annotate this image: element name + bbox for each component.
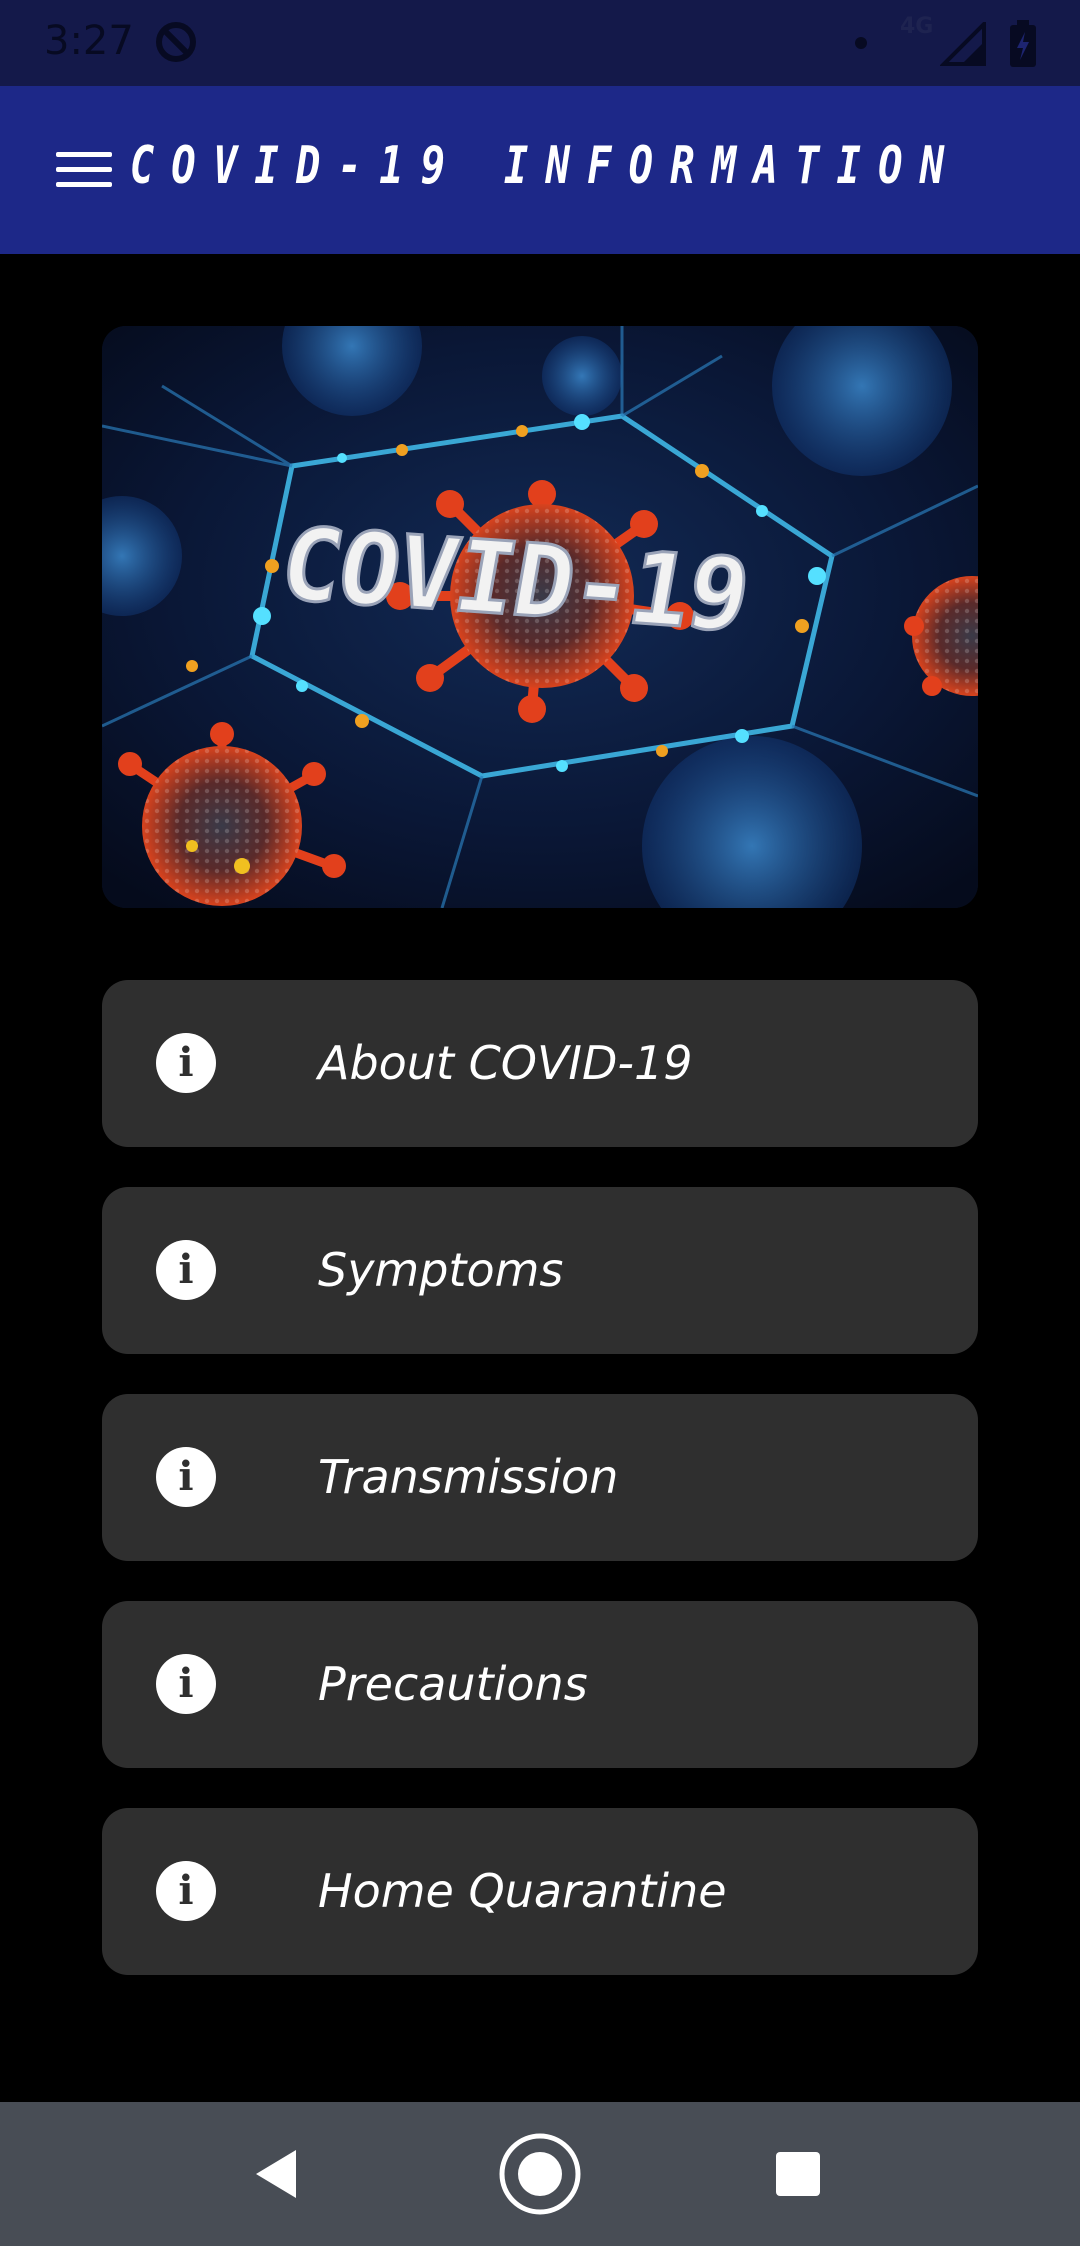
info-list: i About COVID-19 i Symptoms i Transmissi… bbox=[102, 980, 978, 2015]
hamburger-menu-icon[interactable] bbox=[56, 152, 112, 188]
info-icon: i bbox=[156, 1240, 216, 1300]
covid-hero-image: COVID-19 bbox=[102, 326, 978, 908]
info-icon: i bbox=[156, 1861, 216, 1921]
status-bar: 3:27 4G bbox=[0, 0, 1080, 86]
back-triangle-icon[interactable] bbox=[252, 2148, 300, 2200]
info-item-label: Home Quarantine bbox=[318, 1864, 727, 1918]
system-nav-bar bbox=[0, 2102, 1080, 2246]
info-item-label: About COVID-19 bbox=[318, 1036, 693, 1090]
transmission-button[interactable]: i Transmission bbox=[102, 1394, 978, 1561]
notification-dot-icon bbox=[855, 37, 867, 49]
recents-square-icon[interactable] bbox=[774, 2150, 822, 2198]
symptoms-button[interactable]: i Symptoms bbox=[102, 1187, 978, 1354]
network-type: 4G bbox=[900, 14, 934, 39]
info-item-label: Transmission bbox=[318, 1450, 619, 1504]
info-icon: i bbox=[156, 1033, 216, 1093]
info-icon: i bbox=[156, 1447, 216, 1507]
home-quarantine-button[interactable]: i Home Quarantine bbox=[102, 1808, 978, 1975]
about-covid-button[interactable]: i About COVID-19 bbox=[102, 980, 978, 1147]
signal-icon bbox=[940, 22, 986, 66]
info-icon: i bbox=[156, 1654, 216, 1714]
page-title: COVID-19 INFORMATION bbox=[129, 136, 962, 196]
precautions-button[interactable]: i Precautions bbox=[102, 1601, 978, 1768]
info-item-label: Symptoms bbox=[318, 1243, 564, 1297]
sync-disabled-icon bbox=[156, 22, 196, 62]
status-time: 3:27 bbox=[44, 18, 134, 64]
app-bar: COVID-19 INFORMATION bbox=[0, 86, 1080, 254]
battery-icon bbox=[1010, 20, 1036, 67]
info-item-label: Precautions bbox=[318, 1657, 588, 1711]
home-circle-icon[interactable] bbox=[498, 2132, 582, 2216]
